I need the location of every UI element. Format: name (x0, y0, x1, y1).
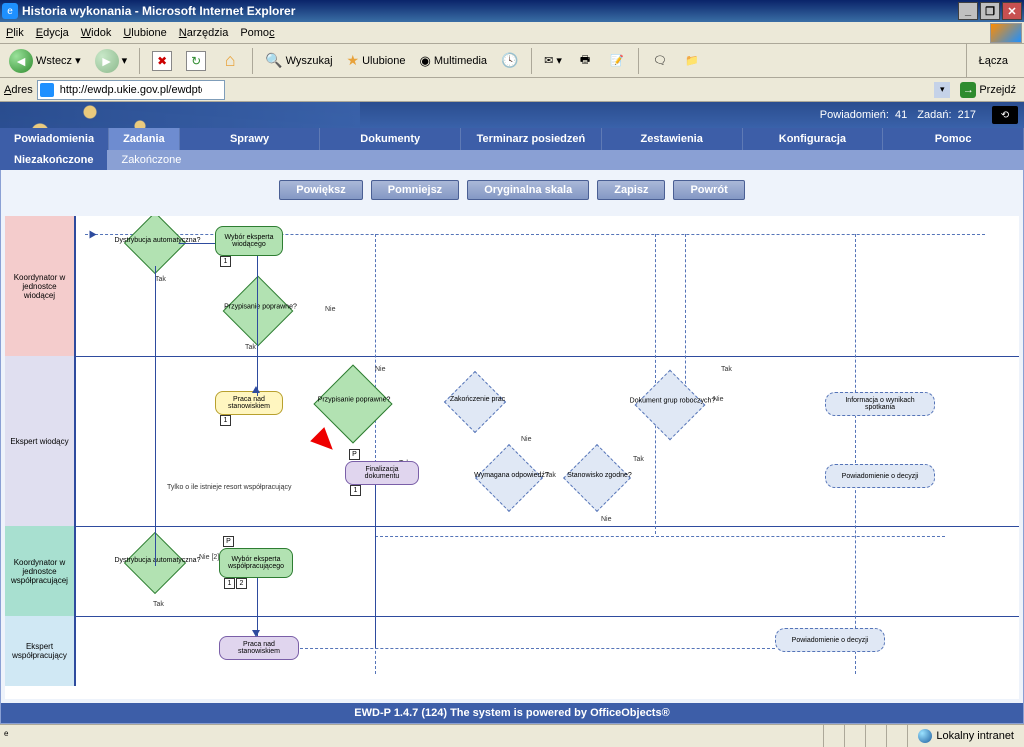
node-przypisanie-1[interactable]: Przypisanie poprawne? (223, 276, 294, 347)
globe-icon (918, 729, 932, 743)
window-title: Historia wykonania - Microsoft Internet … (22, 4, 958, 18)
page-icon (40, 83, 54, 97)
menu-bar: Plik Edycja Widok Ulubione Narzędzia Pom… (0, 22, 1024, 44)
tab-zadania[interactable]: Zadania (109, 128, 180, 150)
zoom-in-button[interactable]: Powiększ (279, 180, 363, 200)
sub-tabs: Niezakończone Zakończone (0, 150, 1024, 170)
back-button[interactable]: ◄Wstecz▾ (4, 47, 86, 75)
tab-dokumenty[interactable]: Dokumenty (320, 128, 461, 150)
close-button[interactable]: ✕ (1002, 2, 1022, 20)
badge-12a: 1 (224, 578, 235, 589)
print-button[interactable]: 🖶 (571, 47, 599, 75)
workflow-diagram[interactable]: Koordynator w jednostce wiodącej Ekspert… (5, 216, 1019, 699)
node-informacja[interactable]: Informacja o wynikach spotkania (825, 392, 935, 416)
menu-file[interactable]: Plik (6, 27, 24, 39)
red-arrow-icon (310, 427, 340, 457)
edit-button[interactable]: 📝 (603, 47, 631, 75)
menu-favorites[interactable]: Ulubione (123, 27, 166, 39)
tab-zestawienia[interactable]: Zestawienia (602, 128, 743, 150)
lane-2: Ekspert wiodący (5, 356, 75, 526)
lane-3: Koordynator w jednostce współpracującej (5, 526, 75, 616)
multimedia-button[interactable]: ◉Multimedia (415, 47, 493, 75)
address-dropdown[interactable]: ▾ (934, 82, 950, 98)
security-zone: Lokalny intranet (907, 725, 1024, 747)
status-bar: e Lokalny intranet (0, 724, 1024, 746)
title-bar: e Historia wykonania - Microsoft Interne… (0, 0, 1024, 22)
lane-4: Ekspert współpracujący (5, 616, 75, 686)
stop-button[interactable]: ✖ (147, 47, 177, 75)
maximize-button[interactable]: ❐ (980, 2, 1000, 20)
favorites-button[interactable]: ★Ulubione (342, 47, 411, 75)
discuss-button[interactable]: 🗨 (646, 47, 674, 75)
app-footer: EWD-P 1.4.7 (124) The system is powered … (1, 703, 1023, 723)
windows-flag-icon (990, 23, 1022, 43)
badge-1a: 1 (220, 256, 231, 267)
address-label: Adres (4, 84, 33, 96)
tasks-count: Zadań: 217 (917, 109, 976, 121)
history-button[interactable]: 🕓 (496, 47, 524, 75)
links-label[interactable]: Łącza (966, 44, 1020, 78)
app-header: Powiadomień: 41 Zadań: 217 ⟲ (0, 102, 1024, 128)
original-scale-button[interactable]: Oryginalna skala (467, 180, 589, 200)
lane-1: Koordynator w jednostce wiodącej (5, 216, 75, 356)
diagram-toolbar: Powiększ Pomniejsz Oryginalna skala Zapi… (1, 170, 1023, 206)
notifications-count: Powiadomień: 41 (820, 109, 907, 121)
forward-button[interactable]: ►▾ (90, 47, 133, 75)
menu-tools[interactable]: Narzędzia (179, 27, 229, 39)
subtab-zakonczone[interactable]: Zakończone (107, 150, 195, 170)
node-dok-grup[interactable]: Dokument grup roboczych? (635, 370, 706, 441)
zoom-out-button[interactable]: Pomniejsz (371, 180, 459, 200)
tab-pomoc[interactable]: Pomoc (883, 128, 1024, 150)
refresh-button[interactable]: ↻ (181, 47, 211, 75)
tab-konfiguracja[interactable]: Konfiguracja (743, 128, 884, 150)
tab-powiadomienia[interactable]: Powiadomienia (0, 128, 109, 150)
node-praca-stanowisko[interactable]: Praca nad stanowiskiem (215, 391, 283, 415)
node-wymagana-odp[interactable]: Wymagana odpowiedź? (475, 444, 543, 512)
main-tabs: Powiadomienia Zadania Sprawy Dokumenty T… (0, 128, 1024, 150)
address-bar: Adres ▾ →Przejdź (0, 78, 1024, 102)
badge-2a: 1 (220, 415, 231, 426)
node-finalizacja[interactable]: Finalizacja dokumentu (345, 461, 419, 485)
node-powiadomienie-2[interactable]: Powiadomienie o decyzji (775, 628, 885, 652)
toolbar: ◄Wstecz▾ ►▾ ✖ ↻ ⌂ 🔍Wyszukaj ★Ulubione ◉M… (0, 44, 1024, 78)
folder-button[interactable]: 📁 (678, 47, 706, 75)
home-button[interactable]: ⌂ (215, 47, 245, 75)
node-wybor-eksperta-2[interactable]: Wybór eksperta współpracującego (219, 548, 293, 578)
subtab-niezakonczone[interactable]: Niezakończone (0, 150, 107, 170)
minimize-button[interactable]: _ (958, 2, 978, 20)
node-praca-stanowisko-2[interactable]: Praca nad stanowiskiem (219, 636, 299, 660)
badge-12b: 2 (236, 578, 247, 589)
node-wybor-eksperta-1[interactable]: Wybór eksperta wiodącego (215, 226, 283, 256)
return-button[interactable]: Powrót (673, 180, 744, 200)
ie-status-icon: e (4, 729, 18, 743)
menu-help[interactable]: Pomoc (240, 27, 274, 39)
menu-view[interactable]: Widok (81, 27, 112, 39)
node-zakonczenie[interactable]: Zakończenie prac (444, 371, 506, 433)
menu-edit[interactable]: Edycja (36, 27, 69, 39)
badge-p: P (349, 449, 360, 460)
tab-sprawy[interactable]: Sprawy (180, 128, 321, 150)
go-button[interactable]: →Przejdź (956, 80, 1020, 100)
search-button[interactable]: 🔍Wyszukaj (260, 47, 337, 75)
rewind-icon[interactable]: ⟲ (992, 106, 1018, 124)
ie-icon: e (2, 3, 18, 19)
badge-p2: P (223, 536, 234, 547)
node-stanowisko-zgodne[interactable]: Stanowisko zgodne? (563, 444, 631, 512)
address-input[interactable] (37, 80, 225, 100)
node-powiadomienie-1[interactable]: Powiadomienie o decyzji (825, 464, 935, 488)
diagram-note: Tylko o ile istnieje resort współpracują… (167, 484, 367, 491)
content-area: Powiększ Pomniejsz Oryginalna skala Zapi… (0, 170, 1024, 724)
save-button[interactable]: Zapisz (597, 180, 665, 200)
tab-terminarz[interactable]: Terminarz posiedzeń (461, 128, 602, 150)
mail-button[interactable]: ✉▾ (539, 47, 567, 75)
